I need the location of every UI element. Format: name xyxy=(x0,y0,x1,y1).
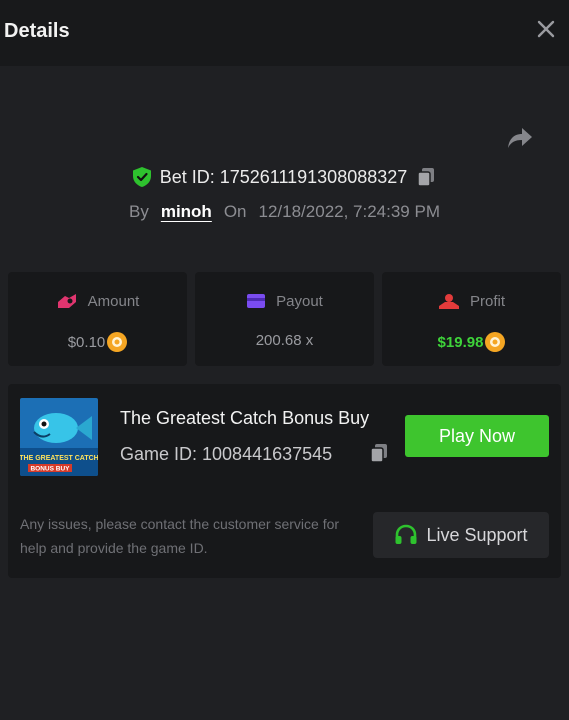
stat-payout: Payout 200.68 x xyxy=(195,272,374,366)
close-button[interactable] xyxy=(535,18,557,40)
payout-icon xyxy=(247,294,266,308)
copy-icon xyxy=(417,168,435,187)
profit-value: $19.98 xyxy=(437,333,484,351)
live-support-button[interactable]: Live Support xyxy=(373,512,549,558)
by-label: By xyxy=(128,202,149,221)
game-id: Game ID: 1008441637545 xyxy=(120,444,333,464)
amount-icon xyxy=(57,294,76,308)
profit-label: Profit xyxy=(469,292,505,310)
close-icon xyxy=(537,20,555,38)
details-title: Details xyxy=(4,20,70,42)
details-header: Details xyxy=(0,0,569,66)
headset-icon xyxy=(395,524,417,544)
bet-date: 12/18/2022, 7:24:39 PM xyxy=(258,202,440,221)
coin-icon xyxy=(485,332,506,352)
payout-label: Payout xyxy=(276,292,323,310)
copy-game-id-button[interactable] xyxy=(368,442,390,464)
game-card: THE GREATEST CATCH BONUS BUY The Greates… xyxy=(8,384,561,578)
share-button[interactable] xyxy=(506,126,534,150)
stat-profit: Profit $19.98 xyxy=(382,272,561,366)
coin-icon xyxy=(107,332,128,352)
bet-stats: Amount $0.10 Payout 200.68 x Profit $19.… xyxy=(8,272,561,366)
thumbnail-text-line-1: THE GREATEST CATCH xyxy=(20,455,98,462)
username-link[interactable]: minoh xyxy=(161,202,212,222)
payout-value: 200.68 x xyxy=(255,332,314,349)
share-icon xyxy=(508,128,532,148)
thumbnail-text-line-2: BONUS BUY xyxy=(30,466,70,473)
game-thumbnail[interactable]: THE GREATEST CATCH BONUS BUY xyxy=(20,398,98,476)
game-title[interactable]: The Greatest Catch Bonus Buy xyxy=(120,408,369,429)
amount-label: Amount xyxy=(87,292,140,310)
play-now-button[interactable]: Play Now xyxy=(405,415,549,457)
bet-byline: By minoh On 12/18/2022, 7:24:39 PM xyxy=(0,200,569,224)
fish-game-image: THE GREATEST CATCH BONUS BUY xyxy=(20,398,98,476)
copy-bet-id-button[interactable] xyxy=(415,166,437,188)
stat-amount: Amount $0.10 xyxy=(8,272,187,366)
bet-id-line: Bet ID: 1752611191308088327 xyxy=(0,164,569,190)
profit-icon xyxy=(438,294,459,309)
amount-value: $0.10 xyxy=(67,333,106,351)
support-help-text: Any issues, please contact the customer … xyxy=(20,516,340,556)
copy-icon xyxy=(370,444,387,463)
live-support-label: Live Support xyxy=(426,524,528,545)
on-label: On xyxy=(223,202,247,221)
shield-check-icon xyxy=(132,167,151,187)
bet-id: Bet ID: 1752611191308088327 xyxy=(159,166,408,187)
